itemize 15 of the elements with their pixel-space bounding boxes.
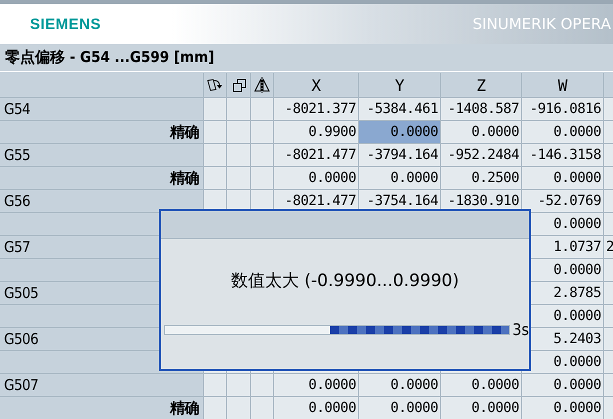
product-name: SINUMERIK OPERA bbox=[472, 15, 611, 33]
column-header: Y bbox=[359, 73, 440, 97]
offset-name: G54 bbox=[0, 98, 203, 120]
error-message: 数值太大 (-0.9990...0.9990) bbox=[231, 271, 459, 291]
row-label: 精确 bbox=[0, 167, 203, 189]
offset-name: G507 bbox=[0, 374, 203, 396]
screen-title: 零点偏移 - G54 ...G599 [mm] bbox=[4, 47, 214, 67]
offset-name: G55 bbox=[0, 144, 203, 166]
column-header: W bbox=[522, 73, 603, 97]
row-label: 精确 bbox=[0, 397, 203, 419]
offset-name: G56 bbox=[0, 190, 203, 212]
row-label: 精确 bbox=[0, 121, 203, 143]
column-header: X bbox=[274, 73, 358, 97]
siemens-logo: SIEMENS bbox=[30, 16, 102, 32]
column-header: Z bbox=[441, 73, 521, 97]
